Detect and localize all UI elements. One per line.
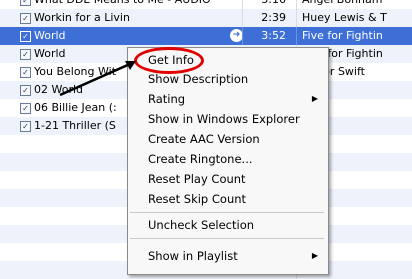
arrow-pointer-icon [59,61,136,97]
